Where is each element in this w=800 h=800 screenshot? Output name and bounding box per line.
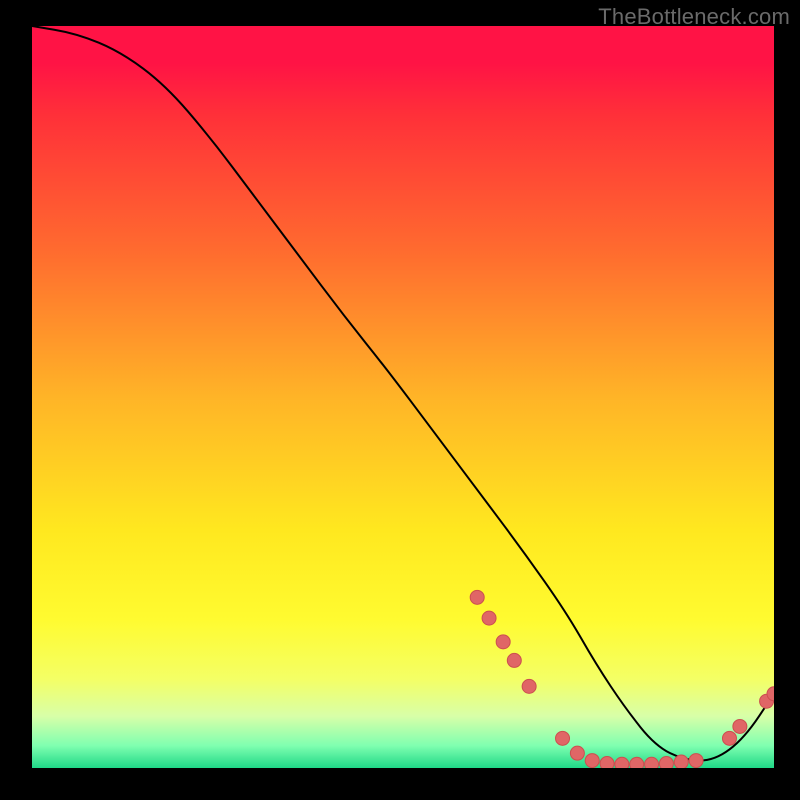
data-marker: [600, 757, 614, 768]
plot-area: [32, 26, 774, 768]
data-marker: [507, 653, 521, 667]
data-marker: [645, 757, 659, 768]
data-marker: [482, 611, 496, 625]
curve-layer: [32, 26, 774, 761]
bottleneck-curve: [32, 26, 774, 761]
data-marker: [556, 731, 570, 745]
data-marker: [733, 719, 747, 733]
data-marker: [722, 731, 736, 745]
data-marker: [659, 757, 673, 768]
marker-layer: [470, 590, 774, 768]
data-marker: [674, 755, 688, 768]
data-marker: [522, 679, 536, 693]
data-marker: [615, 757, 629, 768]
chart-svg: [32, 26, 774, 768]
data-marker: [689, 754, 703, 768]
data-marker: [585, 754, 599, 768]
chart-frame: TheBottleneck.com: [0, 0, 800, 800]
data-marker: [470, 590, 484, 604]
data-marker: [630, 757, 644, 768]
data-marker: [496, 635, 510, 649]
watermark-text: TheBottleneck.com: [598, 4, 790, 30]
data-marker: [570, 746, 584, 760]
